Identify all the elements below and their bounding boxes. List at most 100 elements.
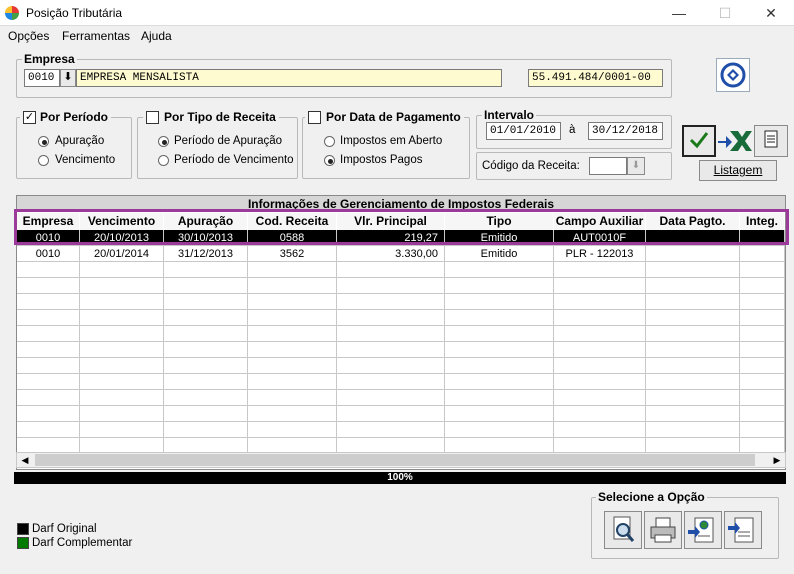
report-button[interactable] [754, 125, 788, 157]
listagem-button[interactable]: Listagem [699, 160, 777, 181]
table-cell [17, 294, 80, 310]
web-export-button[interactable] [684, 511, 722, 549]
radio-apuracao[interactable] [38, 136, 49, 147]
table-cell [80, 326, 164, 342]
table-cell [164, 262, 248, 278]
table-cell [740, 262, 785, 278]
por-data-label: Por Data de Pagamento [326, 110, 461, 124]
table-cell [445, 422, 554, 438]
preview-button[interactable] [604, 511, 642, 549]
table-cell [164, 358, 248, 374]
column-header[interactable]: Tipo [445, 213, 554, 230]
menu-ajuda[interactable]: Ajuda [141, 29, 172, 43]
table-cell [740, 342, 785, 358]
table-cell: 20/01/2014 [80, 246, 164, 262]
table-row[interactable] [17, 358, 785, 374]
excel-export-button[interactable] [716, 125, 752, 157]
table-cell [164, 406, 248, 422]
table-row[interactable] [17, 262, 785, 278]
scroll-thumb[interactable] [35, 454, 755, 466]
document-icon [764, 130, 778, 148]
table-cell [740, 374, 785, 390]
table-cell [646, 246, 740, 262]
table-cell [646, 422, 740, 438]
table-cell: 3562 [248, 246, 337, 262]
table-row[interactable] [17, 374, 785, 390]
data-inicio-field[interactable]: 01/01/2010 [486, 122, 561, 140]
table-cell [740, 278, 785, 294]
tax-grid: Informações de Gerenciamento de Impostos… [16, 195, 786, 470]
table-cell: 30/10/2013 [164, 230, 248, 246]
column-header[interactable]: Data Pagto. [646, 213, 740, 230]
title-bar: Posição Tributária — ☐ ✕ [0, 0, 794, 26]
table-cell [740, 230, 785, 246]
close-button[interactable]: ✕ [748, 0, 794, 26]
table-cell [445, 278, 554, 294]
column-header[interactable]: Cod. Receita [248, 213, 337, 230]
radio-impostos-aberto[interactable] [324, 136, 335, 147]
column-header[interactable]: Vlr. Principal [337, 213, 445, 230]
table-cell [248, 294, 337, 310]
table-row[interactable] [17, 310, 785, 326]
minimize-button[interactable]: — [656, 0, 702, 26]
table-row[interactable] [17, 326, 785, 342]
table-row[interactable]: 0010 20/10/2013 30/10/2013 0588 219,27 Emitid… [17, 230, 785, 246]
menu-opcoes[interactable]: Opções [8, 29, 49, 43]
data-fim-field[interactable]: 30/12/2018 [588, 122, 663, 140]
scroll-right-icon[interactable]: ▶ [771, 454, 783, 466]
export-file-button[interactable] [724, 511, 762, 549]
column-header[interactable]: Empresa [17, 213, 80, 230]
radio-periodo-vencimento[interactable] [158, 155, 169, 166]
table-row[interactable]: 0010 20/01/2014 31/12/2013 3562 3.330,00 Emit… [17, 246, 785, 262]
table-row[interactable] [17, 406, 785, 422]
maximize-button[interactable]: ☐ [702, 0, 748, 26]
table-cell [17, 358, 80, 374]
codigo-lookup-button[interactable]: ⬇ [627, 157, 645, 175]
scroll-left-icon[interactable]: ◀ [19, 454, 31, 466]
table-cell [554, 374, 646, 390]
confirm-button[interactable] [682, 125, 716, 157]
cnpj-field[interactable]: 55.491.484/0001-00 [528, 69, 663, 87]
table-cell [17, 262, 80, 278]
column-header[interactable]: Apuração [164, 213, 248, 230]
grid-body: Empresa Vencimento Apuração Cod. Receita Vlr… [17, 196, 785, 454]
empresa-name-field[interactable]: EMPRESA MENSALISTA [76, 69, 502, 87]
radio-periodo-apuracao[interactable] [158, 136, 169, 147]
table-cell: 0588 [248, 230, 337, 246]
codigo-receita-label: Código da Receita: [482, 160, 580, 172]
por-tipo-group [137, 117, 298, 179]
table-cell [17, 278, 80, 294]
table-row[interactable] [17, 390, 785, 406]
table-cell [80, 390, 164, 406]
codigo-receita-field[interactable] [589, 157, 627, 175]
por-periodo-checkbox[interactable]: ✓ [23, 110, 36, 124]
table-cell [337, 342, 445, 358]
table-row[interactable] [17, 278, 785, 294]
table-cell [337, 422, 445, 438]
table-cell: 0010 [17, 246, 80, 262]
column-header[interactable]: Integ. [740, 213, 785, 230]
horizontal-scrollbar[interactable]: ◀ ▶ [16, 452, 786, 468]
table-row[interactable] [17, 294, 785, 310]
por-data-checkbox[interactable] [308, 110, 321, 124]
radio-impostos-pagos[interactable] [324, 155, 335, 166]
radio-vencimento[interactable] [38, 155, 49, 166]
table-cell: 3.330,00 [337, 246, 445, 262]
menu-bar: Opções Ferramentas Ajuda [0, 27, 794, 47]
table-cell [248, 342, 337, 358]
por-tipo-checkbox[interactable] [146, 110, 159, 124]
table-cell [80, 294, 164, 310]
table-cell [554, 358, 646, 374]
table-cell [80, 310, 164, 326]
table-cell [80, 358, 164, 374]
empresa-lookup-button[interactable]: ⬇ [60, 69, 76, 87]
column-header[interactable]: Campo Auxiliar [554, 213, 646, 230]
column-header[interactable]: Vencimento [80, 213, 164, 230]
table-row[interactable] [17, 342, 785, 358]
empresa-code-field[interactable]: 0010 [24, 69, 60, 87]
menu-ferramentas[interactable]: Ferramentas [62, 29, 130, 43]
table-cell [554, 294, 646, 310]
download-arrow-icon: ⬇ [631, 160, 641, 171]
table-row[interactable] [17, 422, 785, 438]
print-button[interactable] [644, 511, 682, 549]
